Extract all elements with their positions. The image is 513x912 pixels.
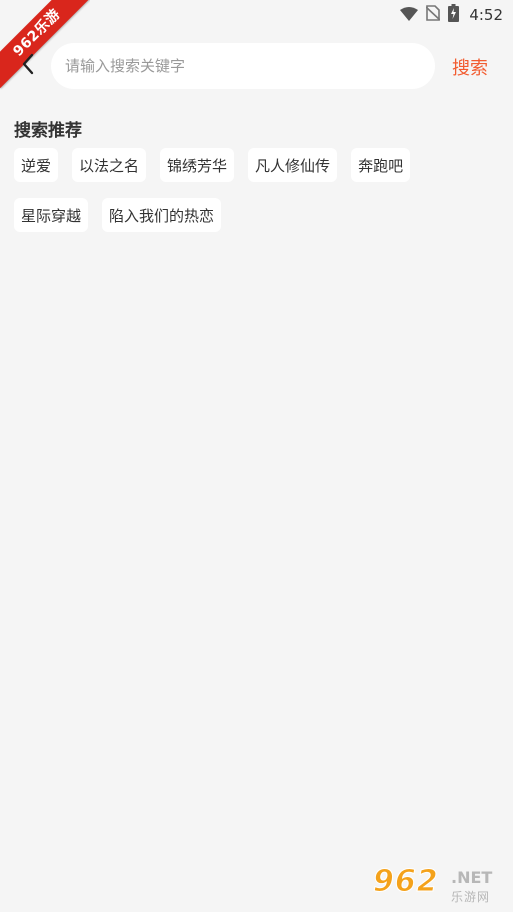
search-button[interactable]: 搜索 [452, 54, 488, 80]
brand-watermark: 962 .NET 乐游网 [373, 864, 507, 908]
chevron-left-icon [21, 53, 35, 79]
no-sim-icon [425, 5, 441, 25]
battery-charging-icon [448, 4, 460, 26]
recommendation-tag[interactable]: 逆爱 [14, 148, 59, 182]
status-time: 4:52 [469, 6, 503, 24]
wifi-icon [400, 6, 419, 25]
back-button[interactable] [12, 50, 44, 82]
watermark-subtitle: 乐游网 [451, 890, 491, 904]
recommendation-tag[interactable]: 锦绣芳华 [160, 148, 235, 182]
recommendations-title: 搜索推荐 [14, 121, 82, 141]
watermark-suffix: .NET [451, 868, 493, 887]
search-box[interactable] [51, 43, 435, 89]
recommendation-tag[interactable]: 星际穿越 [14, 198, 89, 232]
recommendation-tag[interactable]: 凡人修仙传 [248, 148, 338, 182]
watermark-number: 962 [373, 864, 439, 900]
recommendation-tag[interactable]: 以法之名 [72, 148, 147, 182]
recommendation-tags: 逆爱 以法之名 锦绣芳华 凡人修仙传 奔跑吧 星际穿越 陷入我们的热恋 [14, 148, 494, 232]
search-page: 4:52 962乐游 搜索 搜索推荐 逆爱 以法之名 锦绣芳华 凡人修仙传 奔跑… [0, 0, 513, 912]
search-input[interactable] [65, 57, 435, 75]
recommendation-tag[interactable]: 奔跑吧 [351, 148, 411, 182]
search-header: 搜索 [0, 42, 513, 90]
recommendation-tag[interactable]: 陷入我们的热恋 [102, 198, 222, 232]
status-icons: 4:52 [400, 4, 503, 26]
